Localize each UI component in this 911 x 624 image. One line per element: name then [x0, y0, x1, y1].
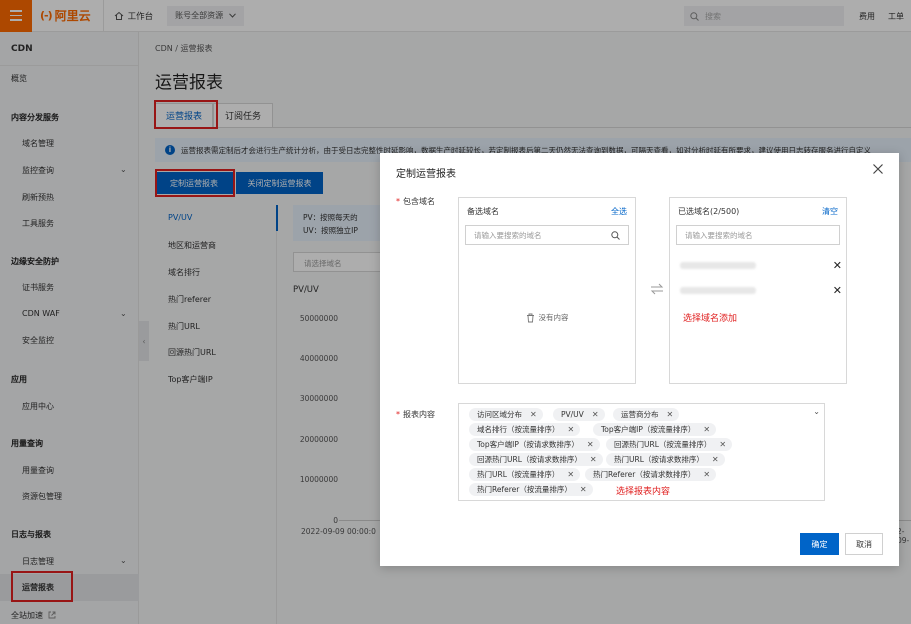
- tag-label: 运营商分布: [621, 410, 659, 419]
- selected-domains-panel: 已选域名(2/500) 清空 请输入要搜索的域名 ✕ ✕ 选择域名添加: [669, 197, 847, 384]
- tag-remove-icon[interactable]: ✕: [719, 440, 726, 449]
- domain-label-text: 包含域名: [403, 197, 435, 206]
- tag-remove-icon[interactable]: ✕: [703, 470, 710, 479]
- selected-domains-annotation: 选择域名添加: [683, 314, 738, 324]
- report-tag: 运营商分布 ✕: [613, 408, 680, 421]
- tag-label: 热门Referer（按请求数排序）: [593, 470, 696, 479]
- select-all-link[interactable]: 全选: [611, 206, 627, 217]
- available-domains-search-input[interactable]: 请输入要搜索的域名: [465, 225, 629, 245]
- report-tag: Top客户端IP（按流量排序） ✕: [593, 423, 717, 436]
- report-tag: Top客户端IP（按请求数排序） ✕: [469, 438, 600, 451]
- report-content-field-label: * 报表内容: [396, 409, 435, 420]
- report-tag: 访问区域分布 ✕: [469, 408, 543, 421]
- tag-remove-icon[interactable]: ✕: [667, 410, 674, 419]
- tag-remove-icon[interactable]: ✕: [587, 440, 594, 449]
- required-marker: *: [396, 410, 400, 419]
- report-tag: 回源热门URL（按请求数排序） ✕: [469, 453, 603, 466]
- report-tag: PV/UV ✕: [553, 408, 605, 421]
- tag-label: 访问区域分布: [477, 410, 522, 419]
- tag-label: 域名排行（按流量排序）: [477, 425, 560, 434]
- report-tag: 热门URL（按请求数排序） ✕: [606, 453, 725, 466]
- cancel-button[interactable]: 取消: [845, 533, 883, 555]
- custom-report-dialog: 定制运营报表 * 包含域名 备选域名 全选 请输入要搜索的域名 没有内容 已选域名…: [380, 153, 899, 566]
- report-tag: 热门Referer（按请求数排序） ✕: [585, 468, 717, 481]
- tag-label: Top客户端IP（按请求数排序）: [477, 440, 579, 449]
- tag-remove-icon[interactable]: ✕: [712, 455, 719, 464]
- search-icon: [611, 230, 620, 240]
- tag-remove-icon[interactable]: ✕: [568, 425, 575, 434]
- report-content-select[interactable]: ⌄ 访问区域分布 ✕ PV/UV ✕ 运营商分布 ✕ 域名排行（按流量排序） ✕ Top…: [458, 403, 825, 501]
- available-domains-header: 备选域名 全选: [459, 198, 635, 224]
- empty-text: 没有内容: [538, 313, 569, 322]
- close-icon[interactable]: [872, 163, 884, 175]
- selected-domains-search-input[interactable]: 请输入要搜索的域名: [676, 225, 840, 245]
- remove-domain-icon[interactable]: ✕: [833, 284, 842, 297]
- tag-remove-icon[interactable]: ✕: [703, 425, 710, 434]
- tag-label: 热门URL（按请求数排序）: [614, 455, 704, 464]
- available-search-placeholder: 请输入要搜索的域名: [474, 230, 542, 240]
- selected-domain-item: ✕: [676, 259, 842, 273]
- tag-label: PV/UV: [561, 410, 584, 419]
- selected-domains-title: 已选域名(2/500): [678, 206, 740, 216]
- tag-label: 回源热门URL（按请求数排序）: [477, 455, 582, 464]
- tag-remove-icon[interactable]: ✕: [530, 410, 537, 419]
- remove-domain-icon[interactable]: ✕: [833, 259, 842, 272]
- tag-label: 热门Referer（按流量排序）: [477, 485, 572, 494]
- domain-field-label: * 包含域名: [396, 196, 435, 207]
- transfer-arrows-icon: [650, 283, 664, 295]
- confirm-button[interactable]: 确定: [800, 533, 839, 555]
- report-tag: 热门URL（按流量排序） ✕: [469, 468, 581, 481]
- selected-search-placeholder: 请输入要搜索的域名: [685, 230, 753, 240]
- selected-domains-header: 已选域名(2/500) 清空: [670, 198, 846, 224]
- tag-label: 热门URL（按流量排序）: [477, 470, 560, 479]
- blurred-domain-name: [680, 287, 756, 294]
- tag-remove-icon[interactable]: ✕: [567, 470, 574, 479]
- dialog-title: 定制运营报表: [396, 169, 456, 180]
- report-label-text: 报表内容: [403, 410, 435, 419]
- report-tag: 域名排行（按流量排序） ✕: [469, 423, 581, 436]
- report-content-annotation: 选择报表内容: [616, 487, 671, 497]
- tag-remove-icon[interactable]: ✕: [590, 455, 597, 464]
- selected-domain-item: ✕: [676, 284, 842, 298]
- required-marker: *: [396, 197, 400, 206]
- tag-remove-icon[interactable]: ✕: [580, 485, 587, 494]
- tag-label: 回源热门URL（按流量排序）: [614, 440, 712, 449]
- report-tag: 回源热门URL（按流量排序） ✕: [606, 438, 733, 451]
- trash-icon: [526, 313, 534, 322]
- available-domains-title: 备选域名: [467, 206, 499, 216]
- chevron-down-icon[interactable]: ⌄: [813, 407, 820, 416]
- tag-label: Top客户端IP（按流量排序）: [601, 425, 696, 434]
- tag-remove-icon[interactable]: ✕: [592, 410, 599, 419]
- report-tag: 热门Referer（按流量排序） ✕: [469, 483, 593, 496]
- empty-state: 没有内容: [459, 312, 635, 323]
- blurred-domain-name: [680, 262, 756, 269]
- clear-link[interactable]: 清空: [822, 206, 838, 217]
- available-domains-panel: 备选域名 全选 请输入要搜索的域名 没有内容: [458, 197, 636, 384]
